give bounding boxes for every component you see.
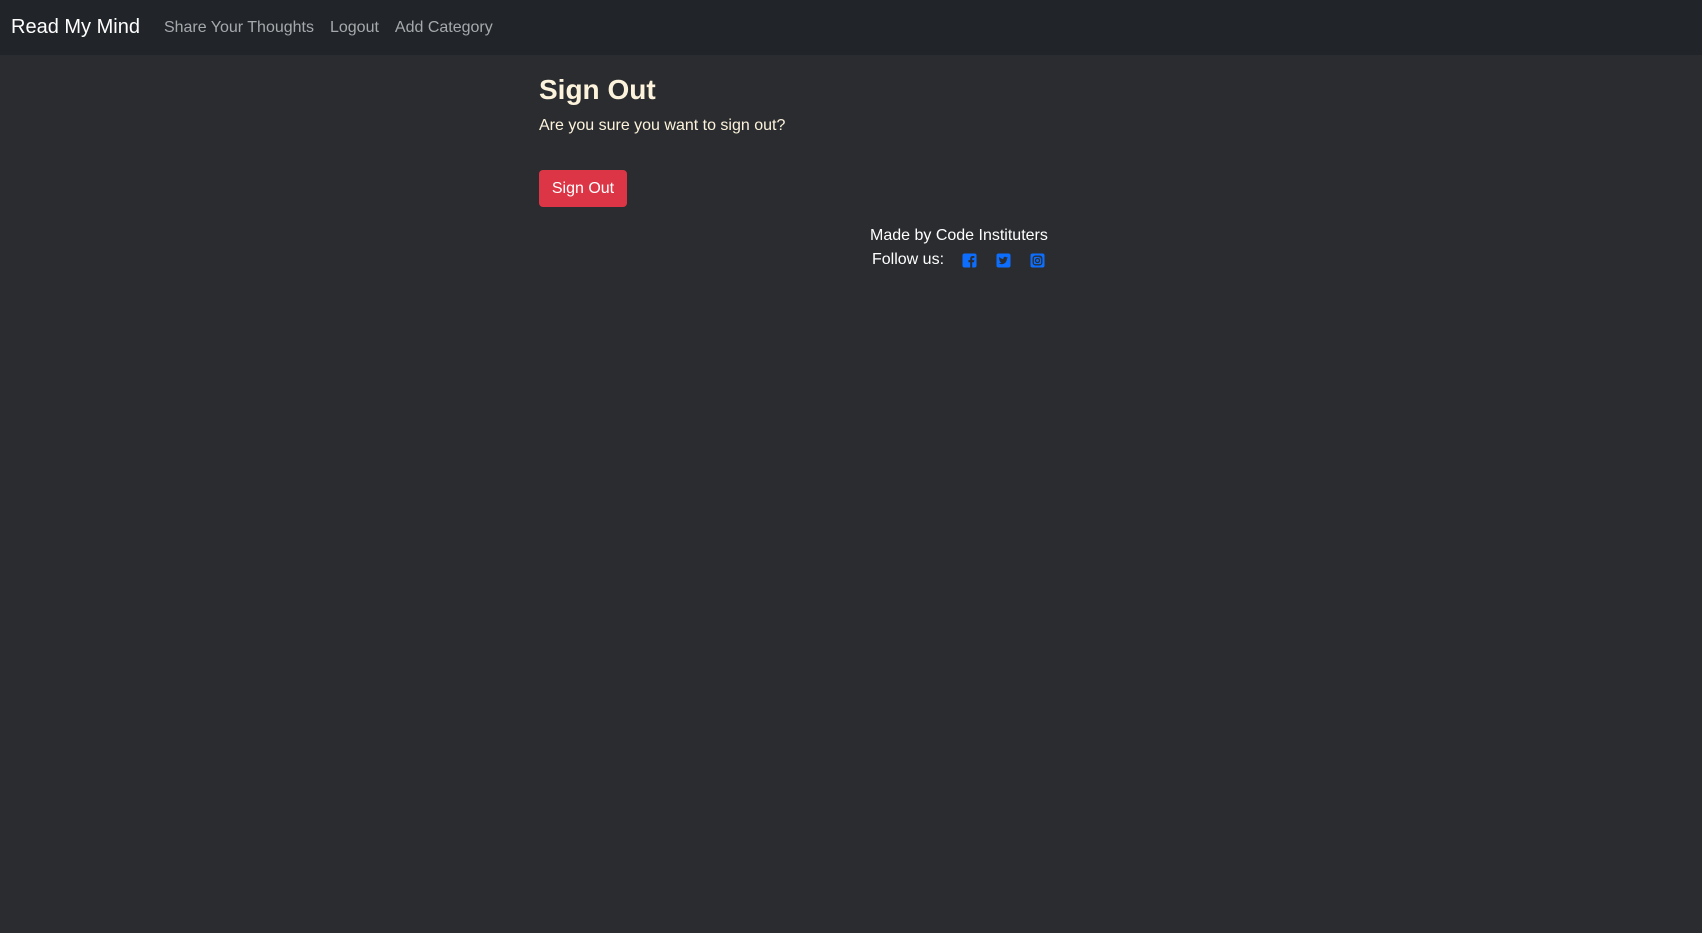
confirm-text: Are you sure you want to sign out? (539, 117, 786, 134)
nav-link-share-your-thoughts[interactable]: Share Your Thoughts (164, 19, 314, 37)
nav-link-logout[interactable]: Logout (330, 19, 379, 37)
twitter-icon[interactable] (996, 253, 1011, 268)
nav-link-add-category[interactable]: Add Category (395, 19, 493, 37)
follow-label: Follow us: (872, 251, 945, 268)
facebook-icon[interactable] (962, 253, 977, 268)
navbar: Read My Mind Share Your Thoughts Logout … (0, 0, 1702, 55)
follow-row: Follow us: (872, 250, 1064, 270)
made-by-text: Made by Code Instituters (870, 227, 1048, 244)
instagram-icon[interactable] (1030, 253, 1045, 268)
sign-out-button[interactable]: Sign Out (539, 170, 627, 207)
main-content: Sign Out Are you sure you want to sign o… (539, 70, 786, 207)
brand-link[interactable]: Read My Mind (11, 16, 140, 39)
page-title: Sign Out (539, 74, 656, 105)
